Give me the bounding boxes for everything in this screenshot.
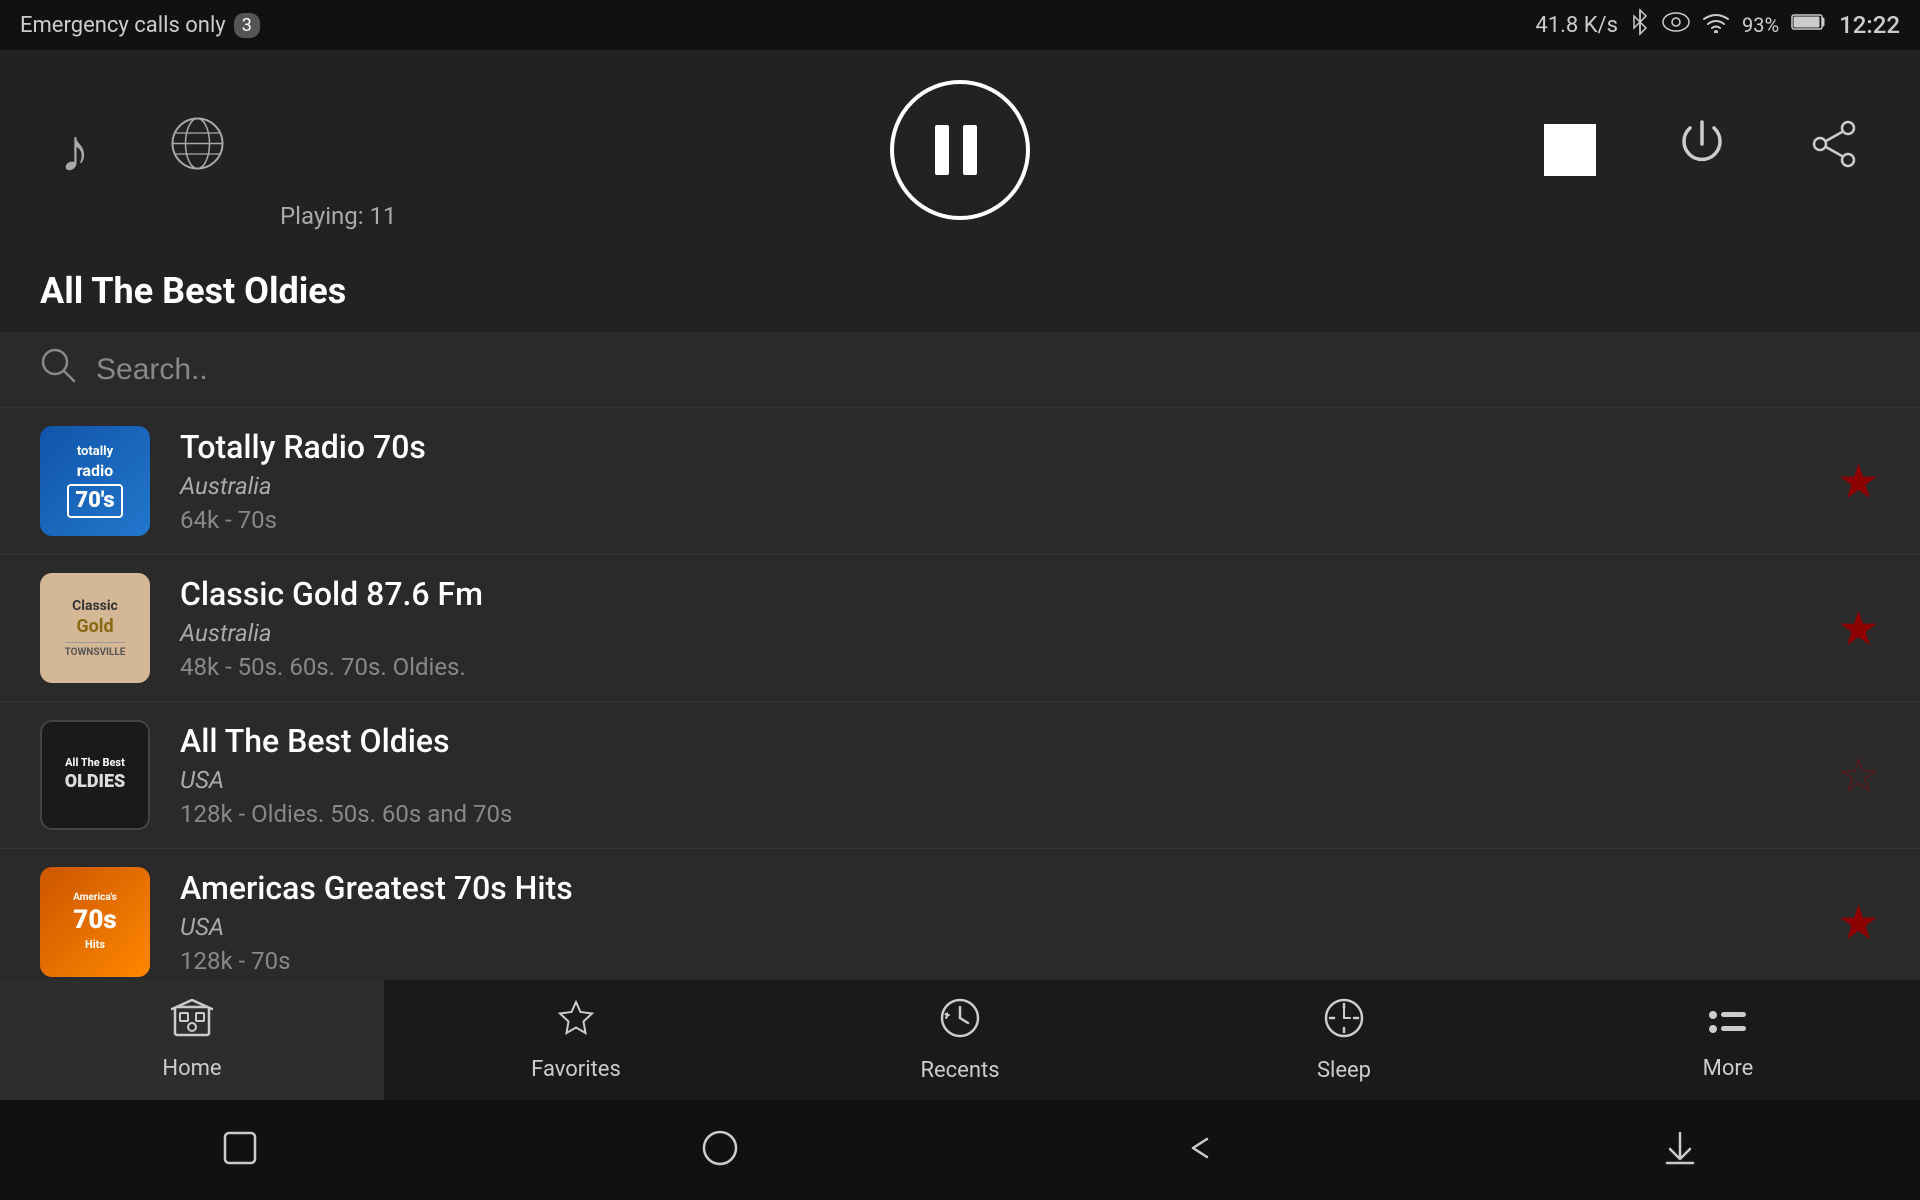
time: 12:22 bbox=[1839, 11, 1900, 39]
status-left: Emergency calls only 3 bbox=[20, 13, 260, 38]
nav-item-sleep[interactable]: Sleep bbox=[1152, 980, 1536, 1100]
player-right-controls bbox=[1544, 118, 1860, 183]
playing-info: Playing: 11 bbox=[280, 202, 397, 230]
globe-icon[interactable] bbox=[170, 116, 225, 184]
recents-icon bbox=[939, 997, 981, 1050]
favorite-button-1[interactable]: ★ bbox=[1837, 453, 1880, 510]
station-country: Australia bbox=[180, 472, 1807, 500]
network-speed: 41.8 K/s bbox=[1535, 13, 1618, 38]
notification-badge: 3 bbox=[234, 13, 260, 38]
station-logo-1: totally radio 70's bbox=[40, 426, 150, 536]
pause-button[interactable] bbox=[890, 80, 1030, 220]
share-icon[interactable] bbox=[1808, 118, 1860, 183]
station-logo-3: All The Best OLDIES bbox=[40, 720, 150, 830]
emergency-text: Emergency calls only bbox=[20, 13, 226, 38]
station-name: All The Best Oldies bbox=[180, 722, 1807, 760]
nav-item-recents[interactable]: Recents bbox=[768, 980, 1152, 1100]
station-bitrate: 128k - 70s bbox=[180, 947, 1807, 975]
station-country: Australia bbox=[180, 619, 1807, 647]
search-bar bbox=[0, 332, 1920, 408]
search-icon bbox=[40, 347, 76, 392]
station-list: totally radio 70's Totally Radio 70s Aus… bbox=[0, 408, 1920, 996]
list-item[interactable]: America's 70s Hits Americas Greatest 70s… bbox=[0, 849, 1920, 996]
player-bar: ♪ Playing: 11 bbox=[0, 50, 1920, 250]
favorites-label: Favorites bbox=[531, 1057, 621, 1082]
favorites-icon bbox=[555, 998, 597, 1049]
station-bitrate: 128k - Oldies. 50s. 60s and 70s bbox=[180, 800, 1807, 828]
station-name: Americas Greatest 70s Hits bbox=[180, 869, 1807, 907]
favorite-button-4[interactable]: ★ bbox=[1837, 894, 1880, 951]
pause-icon bbox=[935, 125, 985, 175]
now-playing-title: All The Best Oldies bbox=[0, 250, 1920, 332]
status-right: 41.8 K/s 93% bbox=[1535, 8, 1900, 42]
home-button[interactable] bbox=[701, 1129, 739, 1171]
more-icon bbox=[1707, 999, 1749, 1048]
station-logo-4: America's 70s Hits bbox=[40, 867, 150, 977]
station-name: Totally Radio 70s bbox=[180, 428, 1807, 466]
download-button[interactable] bbox=[1661, 1129, 1699, 1171]
battery-icon bbox=[1791, 12, 1827, 38]
back-button[interactable] bbox=[1181, 1129, 1219, 1171]
power-icon[interactable] bbox=[1676, 118, 1728, 183]
sleep-icon bbox=[1323, 997, 1365, 1050]
battery-text: 93% bbox=[1742, 13, 1779, 37]
station-name: Classic Gold 87.6 Fm bbox=[180, 575, 1807, 613]
recent-apps-button[interactable] bbox=[221, 1129, 259, 1171]
nav-item-favorites[interactable]: Favorites bbox=[384, 980, 768, 1100]
system-nav-bar bbox=[0, 1100, 1920, 1200]
wifi-icon bbox=[1702, 11, 1730, 39]
bottom-nav: Home Favorites Recents bbox=[0, 980, 1920, 1100]
station-country: USA bbox=[180, 913, 1807, 941]
music-icon[interactable]: ♪ bbox=[60, 115, 90, 186]
station-bitrate: 48k - 50s. 60s. 70s. Oldies. bbox=[180, 653, 1807, 681]
home-label: Home bbox=[162, 1056, 221, 1081]
screen-icon bbox=[1662, 12, 1690, 38]
list-item[interactable]: All The Best OLDIES All The Best Oldies … bbox=[0, 702, 1920, 849]
home-icon bbox=[171, 999, 213, 1048]
sleep-label: Sleep bbox=[1317, 1058, 1371, 1083]
station-info-2: Classic Gold 87.6 Fm Australia 48k - 50s… bbox=[180, 575, 1807, 681]
more-label: More bbox=[1703, 1056, 1754, 1081]
station-info-1: Totally Radio 70s Australia 64k - 70s bbox=[180, 428, 1807, 534]
nav-item-more[interactable]: More bbox=[1536, 980, 1920, 1100]
nav-item-home[interactable]: Home bbox=[0, 980, 384, 1100]
favorite-button-3[interactable]: ☆ bbox=[1837, 747, 1880, 804]
recents-label: Recents bbox=[920, 1058, 999, 1083]
station-info-3: All The Best Oldies USA 128k - Oldies. 5… bbox=[180, 722, 1807, 828]
station-logo-2: Classic Gold TOWNSVILLE bbox=[40, 573, 150, 683]
station-bitrate: 64k - 70s bbox=[180, 506, 1807, 534]
playing-label: Playing: 11 bbox=[280, 202, 397, 230]
player-left-controls: ♪ bbox=[60, 115, 225, 186]
stop-button[interactable] bbox=[1544, 124, 1596, 176]
station-country: USA bbox=[180, 766, 1807, 794]
list-item[interactable]: totally radio 70's Totally Radio 70s Aus… bbox=[0, 408, 1920, 555]
favorite-button-2[interactable]: ★ bbox=[1837, 600, 1880, 657]
station-info-4: Americas Greatest 70s Hits USA 128k - 70… bbox=[180, 869, 1807, 975]
search-input[interactable] bbox=[96, 353, 1880, 387]
list-item[interactable]: Classic Gold TOWNSVILLE Classic Gold 87.… bbox=[0, 555, 1920, 702]
status-bar: Emergency calls only 3 41.8 K/s bbox=[0, 0, 1920, 50]
bluetooth-icon bbox=[1630, 8, 1650, 42]
